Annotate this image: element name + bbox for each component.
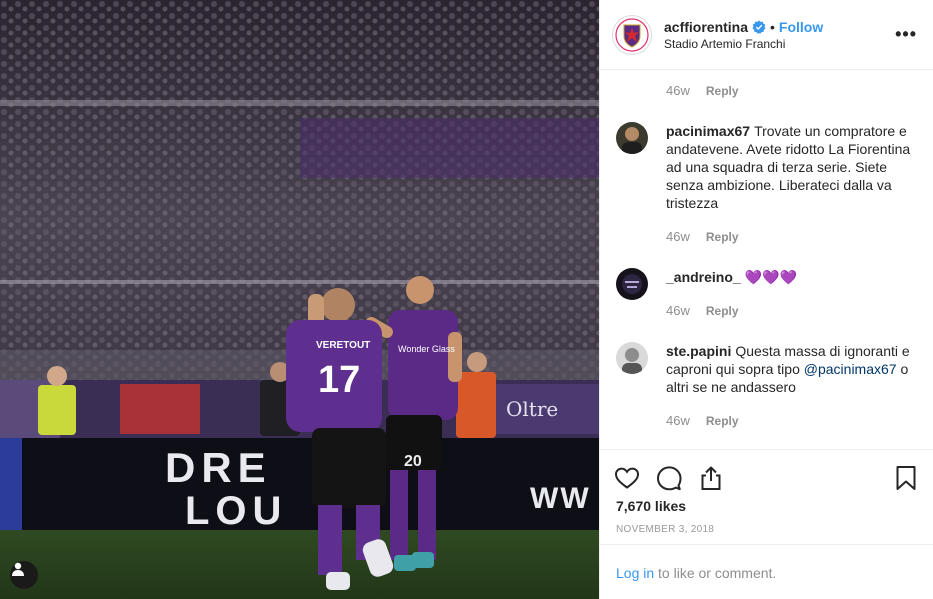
user-tag-icon [12,562,24,576]
post-photo[interactable]: Oltre DRE LOU WW Wonder Glass 20 VERETOU… [0,0,599,599]
comment-meta: 46w Reply [666,83,739,98]
login-link[interactable]: Log in [616,565,654,581]
comment-mention[interactable]: @pacinimax67 [804,361,897,377]
reply-button[interactable]: Reply [706,228,739,246]
avatar-photo-icon [616,342,648,374]
player-right-sponsor: Wonder Glass [398,344,455,354]
post-side-panel: acffiorentina • Follow Stadio Artemio Fr… [599,0,933,599]
post-actions: 7,670 likes NOVEMBER 3, 2018 Log in to l… [600,449,933,599]
led-banner-right: WW [530,482,591,515]
comment-text: 💜💜💜 [744,269,797,285]
comment-item: _andreino_ 💜💜💜 46w Reply [616,268,919,320]
likes-count[interactable]: 7,670 likes [600,498,933,514]
stadium-scene: Oltre DRE LOU WW Wonder Glass 20 VERETOU… [0,0,599,599]
account-username[interactable]: acffiorentina [664,19,748,35]
commenter-avatar[interactable] [616,342,648,374]
comment-username[interactable]: pacinimax67 [666,123,750,139]
commenter-avatar[interactable] [616,122,648,154]
bookmark-icon[interactable] [893,465,919,491]
commenter-avatar[interactable] [616,268,648,300]
header-text: acffiorentina • Follow Stadio Artemio Fr… [664,19,895,51]
share-icon[interactable] [698,465,724,491]
reply-button[interactable]: Reply [706,302,739,320]
player-left-name: VERETOUT [316,340,370,351]
fiorentina-logo-icon [615,17,649,52]
account-avatar[interactable] [612,14,652,55]
post-date[interactable]: NOVEMBER 3, 2018 [600,524,933,535]
login-prompt: Log in to like or comment. [600,544,933,599]
instagram-post: Oltre DRE LOU WW Wonder Glass 20 VERETOU… [0,0,933,599]
comments-list[interactable]: 46w Reply pacinimax67 Trovate un comprato… [600,71,933,449]
post-header: acffiorentina • Follow Stadio Artemio Fr… [600,0,933,70]
follow-button[interactable]: Follow [779,19,823,35]
led-banner-top: DRE [165,444,272,491]
login-suffix: to like or comment. [654,565,777,581]
comment-username[interactable]: _andreino_ [666,269,741,285]
location-link[interactable]: Stadio Artemio Franchi [664,37,895,51]
comment-item: ste.papini Questa massa di ignoranti e ca… [616,342,919,430]
avatar-photo-icon [616,268,648,300]
user-tag-button[interactable] [10,561,38,589]
comment-meta: 46w Reply [666,412,919,430]
reply-button[interactable]: Reply [706,84,739,98]
header-separator: • [770,18,775,35]
comment-time[interactable]: 46w [666,83,690,98]
comment-item: pacinimax67 Trovate un compratore e andat… [616,122,919,246]
reply-button[interactable]: Reply [706,412,739,430]
comment-meta: 46w Reply [666,302,797,320]
verified-badge-icon [752,20,766,34]
avatar-photo-icon [616,122,648,154]
comment-icon[interactable] [656,465,682,491]
comment-time[interactable]: 46w [666,412,690,430]
ad-board-text: Oltre [506,397,558,421]
comment-time[interactable]: 46w [666,302,690,320]
player-left-number: 17 [318,359,360,401]
comment-time[interactable]: 46w [666,228,690,246]
action-icons [600,450,933,496]
led-banner-bottom: LOU [185,489,287,533]
comment-username[interactable]: ste.papini [666,343,731,359]
heart-icon[interactable] [614,465,640,491]
more-options-icon[interactable]: ••• [895,24,917,45]
player-right-number: 20 [404,453,422,470]
comment-meta: 46w Reply [666,228,919,246]
